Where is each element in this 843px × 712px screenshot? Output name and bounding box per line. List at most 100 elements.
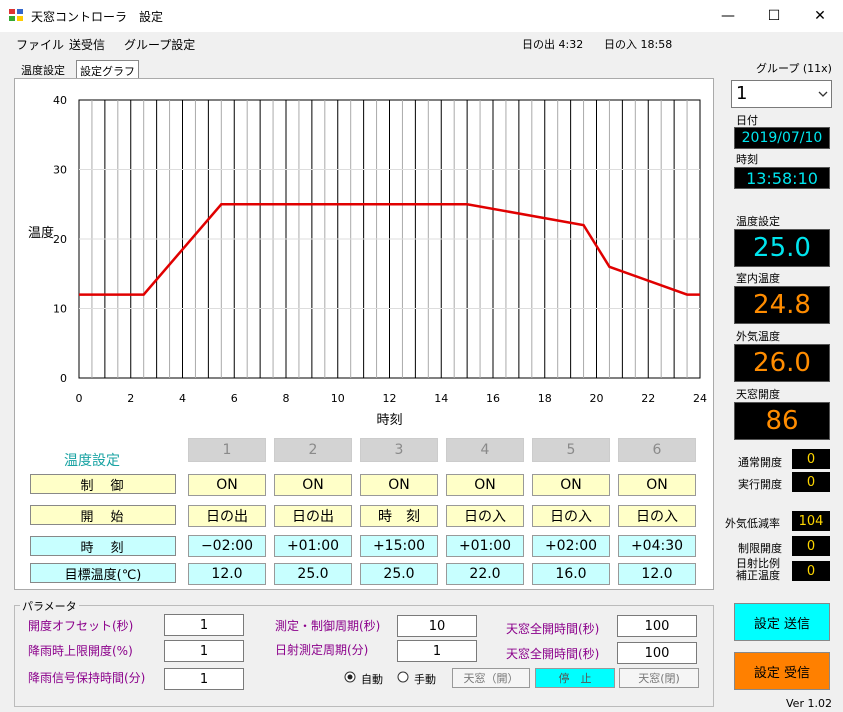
time-cell-4[interactable]: +01:00 (446, 535, 524, 557)
temperature-chart: 0 2 4 6 8 10 12 14 16 18 20 22 24010203040時刻温度 (28, 94, 707, 428)
menu-file[interactable]: ファイル (16, 36, 64, 53)
send-settings-button[interactable]: 設定 送信 (734, 603, 830, 641)
close-window-button[interactable]: 天窓(閉) (619, 668, 699, 688)
time-cell-6[interactable]: +04:30 (618, 535, 696, 557)
row-label-control: 制 御 (30, 474, 176, 494)
manual-radio[interactable] (397, 671, 409, 683)
target-cell-1[interactable]: 12.0 (188, 563, 266, 585)
column-header-6: 6 (618, 438, 696, 462)
maximize-button[interactable]: ☐ (751, 0, 797, 31)
target-cell-6[interactable]: 12.0 (618, 563, 696, 585)
y-tick-label: 0 (60, 372, 67, 385)
out-decay-display: 104 (792, 511, 830, 531)
time-label: 時刻 (736, 153, 758, 166)
full-open-label: 天窓全開時間(秒) (506, 622, 600, 636)
time-cell-3[interactable]: +15:00 (360, 535, 438, 557)
row-label-time: 時 刻 (30, 536, 176, 556)
control-cell-2[interactable]: ON (274, 474, 352, 496)
menu-group-settings[interactable]: グループ設定 (124, 36, 195, 53)
time-cell-1[interactable]: −02:00 (188, 535, 266, 557)
solar-period-input[interactable]: 1 (397, 640, 477, 662)
control-cell-4[interactable]: ON (446, 474, 524, 496)
table-title: 温度設定 (64, 453, 120, 469)
close-button[interactable]: ✕ (797, 0, 843, 31)
chevron-down-icon (818, 91, 828, 97)
limit-open-label: 制限開度 (738, 542, 782, 555)
group-label: グループ (11x) (756, 62, 832, 75)
column-header-3: 3 (360, 438, 438, 462)
room-temp-label: 室内温度 (736, 272, 780, 285)
control-cell-5[interactable]: ON (532, 474, 610, 496)
rain-hold-input[interactable]: 1 (164, 668, 244, 690)
room-temp-display: 24.8 (734, 286, 830, 324)
sunrise-text: 日の出 4:32 (522, 38, 584, 51)
window-title: 天窓コントローラ 設定 (31, 10, 164, 24)
minimize-button[interactable]: — (705, 0, 751, 31)
column-header-1: 1 (188, 438, 266, 462)
time-display: 13:58:10 (734, 167, 830, 189)
app-icon (9, 9, 23, 21)
rain-limit-input[interactable]: 1 (164, 640, 244, 662)
column-header-2: 2 (274, 438, 352, 462)
set-temp-label: 温度設定 (736, 215, 780, 228)
solar-label-line-2: 補正温度 (736, 569, 780, 582)
start-cell-1[interactable]: 日の出 (188, 505, 266, 527)
x-tick-label: 16 (486, 392, 500, 405)
x-tick-label: 2 (127, 392, 134, 405)
start-cell-2[interactable]: 日の出 (274, 505, 352, 527)
group-select[interactable]: 1 (731, 80, 832, 108)
target-cell-5[interactable]: 16.0 (532, 563, 610, 585)
manual-radio-label: 手動 (414, 673, 436, 686)
stop-button[interactable]: 停 止 (535, 668, 615, 688)
normal-open-display: 0 (792, 449, 830, 469)
control-cell-3[interactable]: ON (360, 474, 438, 496)
start-cell-6[interactable]: 日の入 (618, 505, 696, 527)
out-temp-display: 26.0 (734, 344, 830, 382)
start-cell-5[interactable]: 日の入 (532, 505, 610, 527)
control-cell-1[interactable]: ON (188, 474, 266, 496)
x-tick-label: 18 (538, 392, 552, 405)
start-cell-3[interactable]: 時 刻 (360, 505, 438, 527)
start-cell-4[interactable]: 日の入 (446, 505, 524, 527)
full-open-input[interactable]: 100 (617, 615, 697, 637)
actual-open-label: 実行開度 (738, 478, 782, 491)
rain-limit-label: 降雨時上限開度(%) (28, 644, 133, 658)
time-cell-2[interactable]: +01:00 (274, 535, 352, 557)
limit-open-display: 0 (792, 536, 830, 556)
auto-radio[interactable] (344, 671, 356, 683)
open-offset-input[interactable]: 1 (164, 614, 244, 636)
receive-settings-button[interactable]: 設定 受信 (734, 652, 830, 690)
target-cell-4[interactable]: 22.0 (446, 563, 524, 585)
x-tick-label: 4 (179, 392, 186, 405)
solar-correction-display: 0 (792, 561, 830, 581)
measure-period-input[interactable]: 10 (397, 615, 477, 637)
date-label: 日付 (736, 114, 758, 127)
x-tick-label: 0 (76, 392, 83, 405)
y-tick-label: 40 (53, 94, 67, 107)
out-temp-label: 外気温度 (736, 330, 780, 343)
target-cell-2[interactable]: 25.0 (274, 563, 352, 585)
x-tick-label: 12 (383, 392, 397, 405)
open-window-button[interactable]: 天窓（開） (452, 668, 530, 688)
y-axis-label: 温度 (28, 225, 54, 241)
rain-hold-label: 降雨信号保持時間(分) (28, 671, 146, 685)
x-tick-label: 8 (283, 392, 290, 405)
tab-temp-settings[interactable]: 温度設定 (18, 60, 68, 78)
full-open-2-input[interactable]: 100 (617, 642, 697, 664)
menu-transfer[interactable]: 送受信 (69, 36, 105, 53)
column-header-4: 4 (446, 438, 524, 462)
y-tick-label: 10 (53, 303, 67, 316)
control-cell-6[interactable]: ON (618, 474, 696, 496)
time-cell-5[interactable]: +02:00 (532, 535, 610, 557)
x-tick-label: 14 (434, 392, 448, 405)
open-offset-label: 開度オフセット(秒) (28, 619, 134, 633)
x-tick-label: 6 (231, 392, 238, 405)
solar-correction-label: 日射比例 補正温度 (736, 558, 780, 582)
column-header-5: 5 (532, 438, 610, 462)
full-open-2-label: 天窓全開時間(秒) (506, 647, 600, 661)
y-tick-label: 20 (53, 233, 67, 246)
tab-graph[interactable]: 設定グラフ (76, 60, 139, 78)
parameter-title: パラメータ (20, 598, 79, 614)
y-tick-label: 30 (53, 164, 67, 177)
target-cell-3[interactable]: 25.0 (360, 563, 438, 585)
